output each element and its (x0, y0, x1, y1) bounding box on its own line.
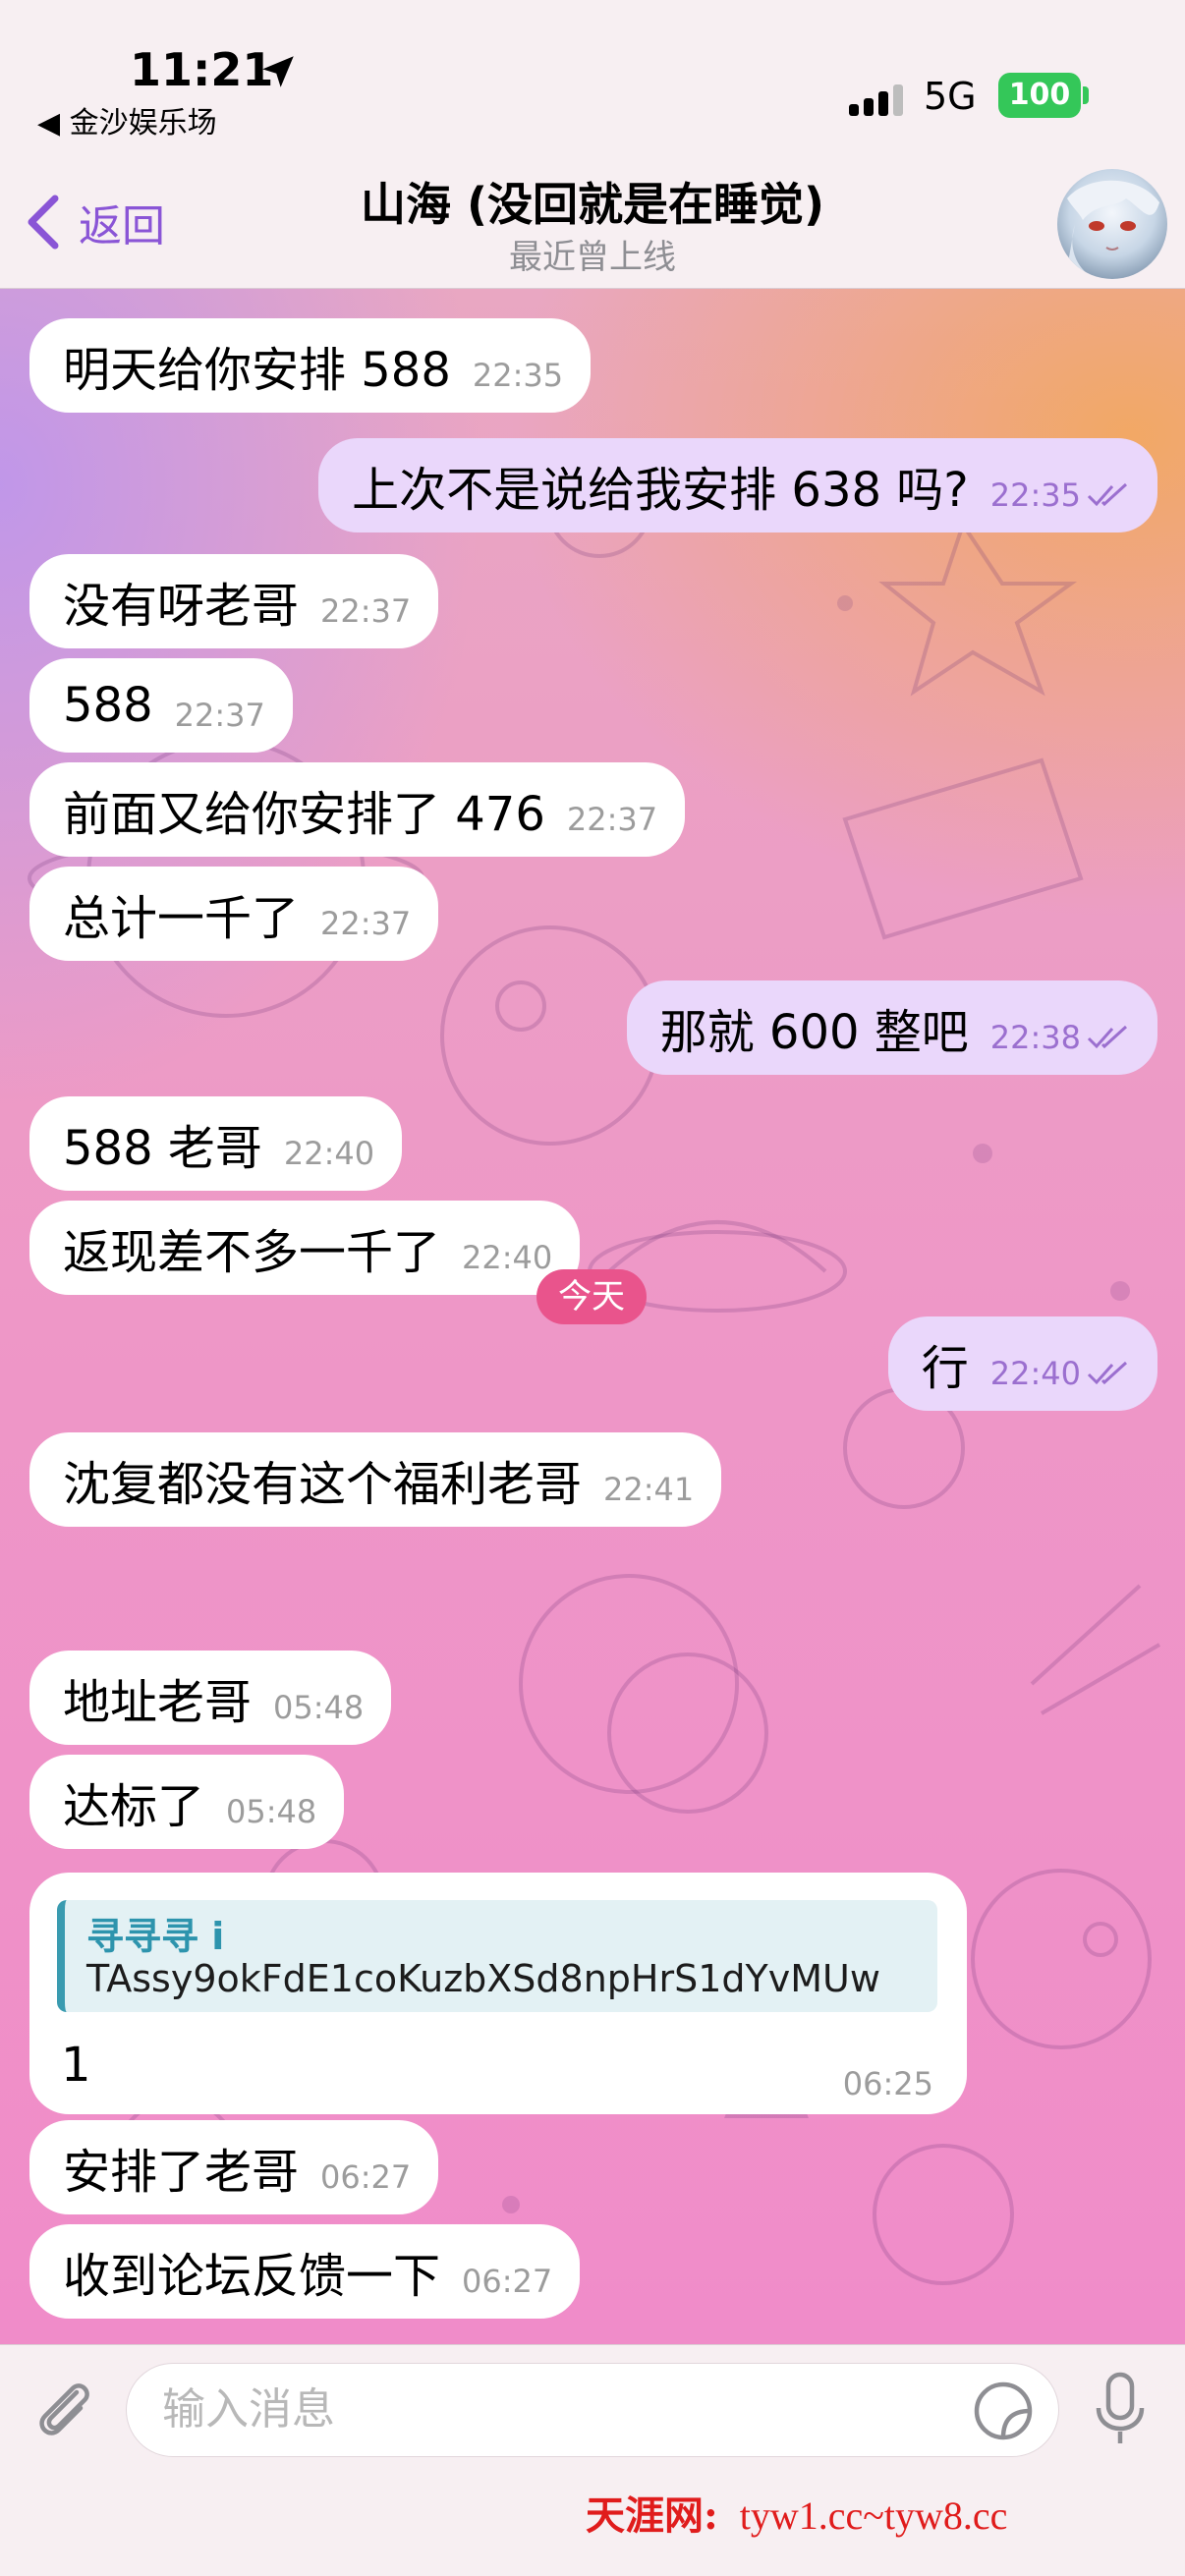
message-text: 返现差不多一千了 (63, 1225, 441, 1280)
message-incoming[interactable]: 588 老哥 22:40 (29, 1096, 403, 1191)
message-text: 明天给你安排 588 (63, 343, 451, 398)
message-text: 收到论坛反馈一下 (63, 2249, 441, 2304)
microphone-icon[interactable] (1091, 2371, 1150, 2447)
message-incoming[interactable]: 达标了 05:48 (29, 1755, 345, 1849)
back-button-label: 返回 (79, 201, 165, 252)
message-time: 22:37 (320, 905, 412, 942)
message-text: 上次不是说给我安排 638 吗? (352, 463, 969, 518)
message-incoming[interactable]: 588 22:37 (29, 658, 293, 753)
message-text: 达标了 (63, 1779, 205, 1834)
chat-message-area[interactable]: 明天给你安排 588 22:35 上次不是说给我安排 638 吗? 22:35 … (0, 289, 1185, 2344)
paperclip-icon[interactable] (28, 2371, 98, 2441)
message-incoming[interactable]: 没有呀老哥 22:37 (29, 554, 439, 648)
chat-header: 返回 山海 (没回就是在睡觉) 最近曾上线 (0, 167, 1185, 289)
message-input[interactable]: 输入消息 (126, 2363, 1059, 2457)
sticker-icon[interactable] (973, 2380, 1034, 2441)
watermark-urls: tyw1.cc~tyw8.cc (739, 2493, 1008, 2538)
message-outgoing[interactable]: 那就 600 整吧 22:38 (626, 980, 1157, 1075)
message-text: 前面又给你安排了 476 (63, 787, 545, 842)
chat-last-seen: 最近曾上线 (509, 238, 676, 277)
quoted-text: TAssy9okFdE1coKuzbXSd8npHrS1dYvMUw (86, 1957, 880, 2000)
watermark-brand: 天涯网: (586, 2492, 718, 2539)
network-type: 5G (924, 75, 977, 118)
message-text: 那就 600 整吧 (659, 1005, 969, 1060)
date-divider: 今天 (536, 1269, 647, 1324)
message-incoming[interactable]: 地址老哥 05:48 (29, 1651, 392, 1745)
quoted-sender: 寻寻寻 i (86, 1915, 225, 1958)
message-text: 1 (61, 2038, 91, 2093)
message-time: 22:37 (320, 592, 412, 630)
message-time: 22:37 (174, 697, 265, 734)
message-text: 588 老哥 (63, 1121, 262, 1176)
message-time: 06:27 (320, 2158, 412, 2196)
message-time: 22:41 (603, 1471, 695, 1508)
chevron-left-icon (28, 195, 59, 250)
message-time: 06:27 (462, 2263, 553, 2300)
double-check-icon (1087, 482, 1128, 507)
quoted-message[interactable]: 寻寻寻 i TAssy9okFdE1coKuzbXSd8npHrS1dYvMUw (57, 1900, 937, 2012)
message-input-bar: 输入消息 (0, 2344, 1185, 2576)
battery-tip (1083, 86, 1089, 104)
chat-title[interactable]: 山海 (没回就是在睡觉) (295, 169, 890, 234)
message-time: 22:35 (989, 476, 1081, 514)
avatar[interactable] (1057, 169, 1167, 279)
back-button[interactable]: 返回 (22, 187, 165, 257)
message-incoming[interactable]: 明天给你安排 588 22:35 (29, 318, 592, 413)
double-check-icon (1087, 1025, 1128, 1049)
message-outgoing[interactable]: 上次不是说给我安排 638 吗? 22:35 (318, 438, 1157, 532)
message-time: 22:38 (989, 1019, 1081, 1056)
watermark: 天涯网: tyw1.cc~tyw8.cc (586, 2484, 1007, 2541)
status-time: 11:21 (130, 43, 274, 96)
message-incoming[interactable]: 前面又给你安排了 476 22:37 (29, 762, 686, 857)
message-incoming[interactable]: 收到论坛反馈一下 06:27 (29, 2224, 581, 2319)
message-text: 沈复都没有这个福利老哥 (63, 1457, 583, 1512)
message-incoming[interactable]: 沈复都没有这个福利老哥 22:41 (29, 1432, 722, 1527)
message-text: 安排了老哥 (63, 2145, 300, 2200)
message-time: 22:40 (462, 1239, 553, 1276)
message-incoming[interactable]: 总计一千了 22:37 (29, 867, 439, 961)
message-incoming[interactable]: 返现差不多一千了 22:40 (29, 1201, 581, 1295)
message-outgoing[interactable]: 行 22:40 (887, 1316, 1157, 1411)
message-incoming[interactable]: 安排了老哥 06:27 (29, 2120, 439, 2214)
message-text: 行 (921, 1341, 969, 1396)
message-time: 22:37 (566, 801, 658, 838)
message-time: 05:48 (273, 1689, 365, 1726)
message-time: 05:48 (226, 1793, 317, 1830)
message-text: 地址老哥 (63, 1675, 253, 1730)
message-text: 588 (63, 678, 153, 733)
message-time: 22:40 (989, 1355, 1081, 1392)
battery-indicator: 100 (998, 73, 1081, 118)
double-check-icon (1087, 1361, 1128, 1385)
message-time: 22:40 (283, 1135, 375, 1172)
message-time: 06:25 (842, 2065, 933, 2102)
location-arrow-icon (262, 56, 294, 87)
back-to-app-link[interactable]: ◀ 金沙娱乐场 (37, 98, 217, 141)
signal-bars-icon (849, 84, 903, 116)
message-text: 没有呀老哥 (63, 579, 300, 634)
message-time: 22:35 (472, 357, 564, 394)
status-bar: 11:21 ◀ 金沙娱乐场 5G 100 (0, 0, 1185, 167)
message-with-reply[interactable]: 寻寻寻 i TAssy9okFdE1coKuzbXSd8npHrS1dYvMUw… (29, 1873, 967, 2114)
message-text: 总计一千了 (63, 891, 300, 946)
